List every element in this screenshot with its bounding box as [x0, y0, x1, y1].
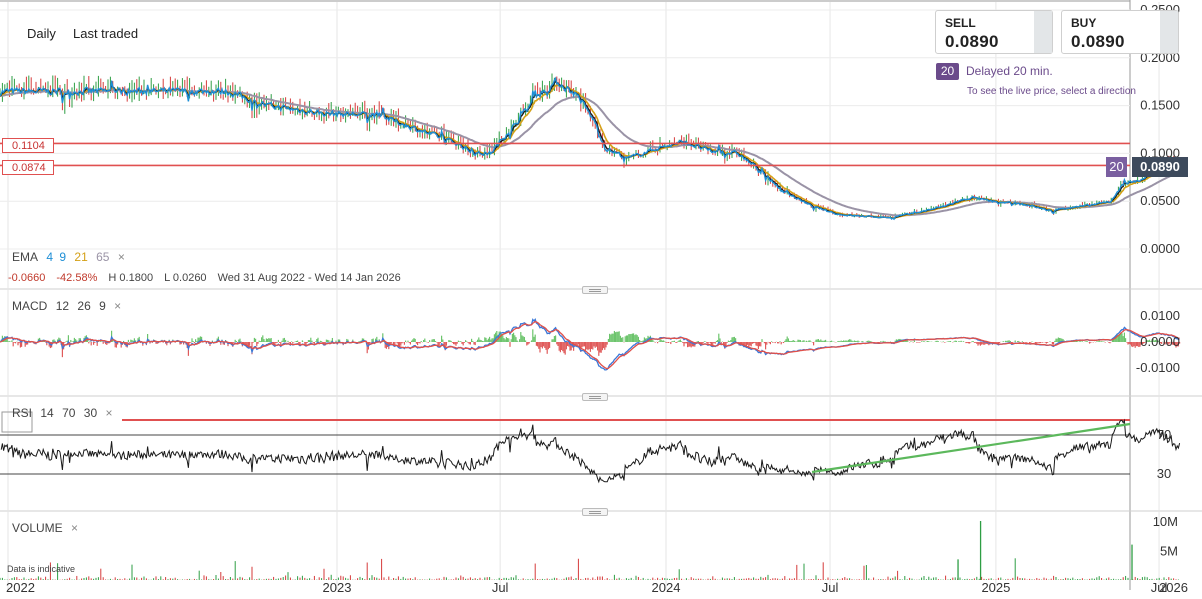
rsi-line [0, 418, 1181, 484]
price-tick-label: 0.0500 [1140, 193, 1180, 208]
x-tick-label: 2026 [1159, 580, 1188, 595]
rsi-trend-line[interactable] [811, 422, 1131, 474]
x-tick-label: Jul [492, 580, 509, 595]
delay-subtext: To see the live price, select a directio… [967, 86, 1136, 97]
rsi-legend-p2: 70 [62, 406, 76, 420]
rsi-remove-icon[interactable]: × [105, 406, 112, 420]
ema-65-line [0, 89, 1180, 217]
resize-handle-macd[interactable] [582, 286, 608, 294]
x-tick-label: 2023 [323, 580, 352, 595]
ema-legend-p2: 9 [59, 250, 67, 264]
price-tick-label: 0.0000 [1140, 241, 1180, 256]
rsi-legend-p3: 30 [83, 406, 98, 420]
sell-button[interactable]: SELL 0.0890 [935, 10, 1053, 54]
buy-button-edge [1160, 11, 1178, 53]
period-selector[interactable]: Daily [27, 26, 56, 41]
volume-bars [0, 521, 1179, 580]
price-high: H 0.1800 [108, 272, 154, 284]
macd-panel[interactable] [0, 318, 1181, 371]
rsi-tick-label: 70 [1157, 427, 1171, 442]
ema-legend-p3: 21 [74, 250, 88, 264]
macd-tick-label: 0.0000 [1140, 334, 1180, 349]
x-tick-label: Jul [822, 580, 839, 595]
ema-legend-name: EMA [12, 250, 39, 264]
ema-remove-icon[interactable]: × [118, 250, 125, 264]
ema-legend-p4: 65 [96, 250, 110, 264]
ema-9-line [0, 79, 1181, 220]
rsi-panel[interactable] [0, 411, 1181, 484]
buy-price: 0.0890 [1071, 32, 1125, 51]
delay-badge: 20 [936, 63, 959, 80]
ema-legend: EMA 4 9 21 65 × [12, 250, 130, 264]
x-tick-label: 2022 [6, 580, 35, 595]
volume-legend-name: VOLUME [12, 521, 63, 535]
resize-handle-rsi[interactable] [582, 393, 608, 401]
sell-price: 0.0890 [945, 32, 999, 51]
volume-legend: VOLUME × [12, 521, 83, 535]
x-tick-label: 2025 [981, 580, 1010, 595]
level-label-upper[interactable]: 0.1104 [2, 138, 54, 153]
volume-tick-label: 5M [1160, 544, 1178, 559]
macd-tick-label: -0.0100 [1136, 360, 1180, 375]
macd-tick-label: 0.0100 [1140, 308, 1180, 323]
rsi-tick-label: 30 [1157, 466, 1171, 481]
current-price-tag: 0.0890 [1132, 157, 1188, 177]
macd-legend-p2: 26 [77, 299, 91, 313]
macd-legend: MACD 12 26 9 × [12, 299, 126, 313]
resize-handle-volume[interactable] [582, 508, 608, 516]
rsi-legend-p1: 14 [40, 406, 54, 420]
x-tick-label: 2024 [652, 580, 681, 595]
price-stats: -0.0660 -42.58% H 0.1800 L 0.0260 Wed 31… [8, 272, 409, 284]
sell-label: SELL [945, 16, 976, 30]
disclaimer: Data is indicative [7, 564, 76, 574]
macd-legend-name: MACD [12, 299, 48, 313]
price-tick-label: 0.1500 [1140, 98, 1180, 113]
price-change-pct: -42.58% [56, 272, 98, 284]
volume-tick-label: 10M [1153, 514, 1178, 529]
price-low: L 0.0260 [164, 272, 207, 284]
date-range: Wed 31 Aug 2022 - Wed 14 Jan 2026 [217, 272, 401, 284]
level-label-lower[interactable]: 0.0874 [2, 160, 54, 175]
price-count-badge: 20 [1106, 157, 1127, 177]
buy-button[interactable]: BUY 0.0890 [1061, 10, 1179, 54]
macd-legend-p3: 9 [99, 299, 106, 313]
volume-remove-icon[interactable]: × [71, 521, 78, 535]
rsi-legend-name: RSI [12, 406, 33, 420]
buy-label: BUY [1071, 16, 1097, 30]
price-type-selector[interactable]: Last traded [73, 26, 138, 41]
price-change: -0.0660 [8, 272, 46, 284]
rsi-legend: RSI 14 70 30 × [12, 406, 117, 420]
ema-legend-p1: 4 [46, 250, 54, 264]
macd-legend-p1: 12 [55, 299, 70, 313]
sell-button-edge [1034, 11, 1052, 53]
volume-panel[interactable] [0, 521, 1179, 580]
delay-text: Delayed 20 min. [966, 64, 1053, 78]
macd-remove-icon[interactable]: × [114, 299, 121, 313]
